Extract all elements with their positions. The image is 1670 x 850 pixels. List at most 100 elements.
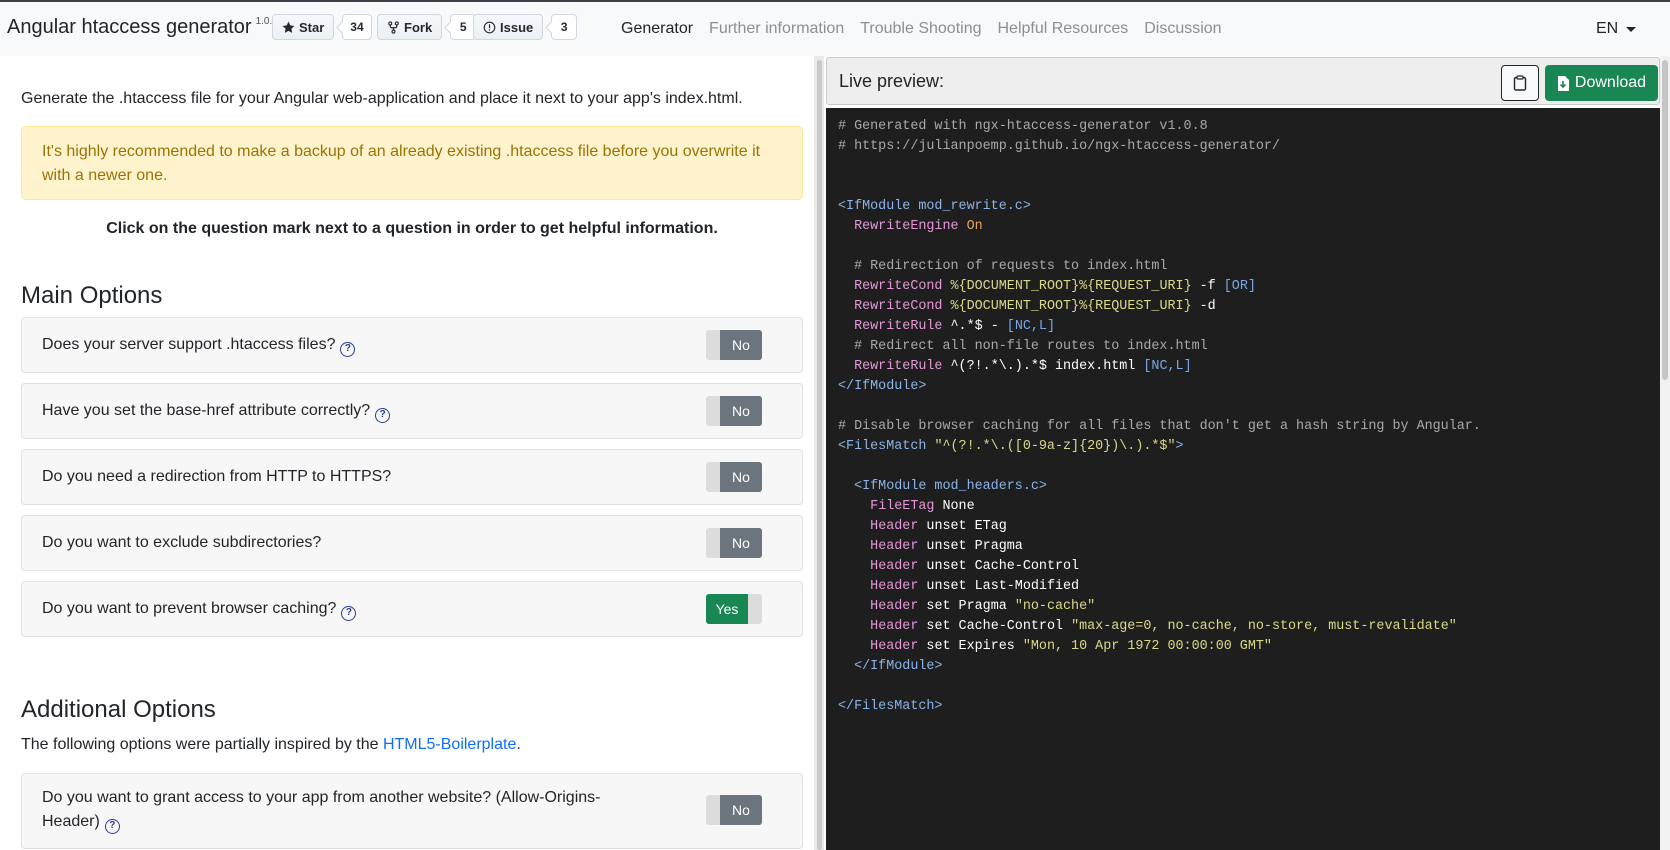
code-token: "max-age=0, no-cache, no-store, must-rev… xyxy=(1071,619,1457,634)
base-href-toggle[interactable]: No xyxy=(706,396,762,426)
htaccess-code-preview[interactable]: # Generated with ngx-htaccess-generator … xyxy=(826,108,1660,850)
code-token: unset ETag xyxy=(918,519,1007,534)
code-token: <IfModule mod_headers.c> xyxy=(838,479,1047,494)
language-label: EN xyxy=(1596,20,1619,37)
github-star-button[interactable]: Star xyxy=(272,14,335,40)
question-text: Do you want to prevent browser caching?? xyxy=(42,597,357,621)
page-scrollbar[interactable] xyxy=(1660,56,1670,850)
github-issue-count[interactable]: 3 xyxy=(551,14,578,40)
html5-boilerplate-link[interactable]: HTML5-Boilerplate xyxy=(383,736,516,753)
nav-link-helpful-resources[interactable]: Helpful Resources xyxy=(997,20,1128,38)
nav-link-generator[interactable]: Generator xyxy=(621,20,693,38)
code-token: <IfModule mod_rewrite.c> xyxy=(838,199,1031,214)
brand[interactable]: Angular htaccess generator 1.0.8 xyxy=(7,16,278,39)
code-line: Header set Cache-Control "max-age=0, no-… xyxy=(838,617,1648,637)
code-line: Header unset ETag xyxy=(838,517,1648,537)
file-download-icon xyxy=(1557,75,1569,91)
github-fork-button[interactable]: Fork xyxy=(377,14,443,40)
code-token: unset Cache-Control xyxy=(918,559,1080,574)
code-token: [NC,L] xyxy=(1143,359,1192,374)
code-line: # https://julianpoemp.github.io/ngx-htac… xyxy=(838,137,1648,157)
code-line: # Redirect all non-file routes to index.… xyxy=(838,337,1648,357)
question-text: Do you want to exclude subdirectories? xyxy=(42,534,322,551)
code-line: </IfModule> xyxy=(838,377,1648,397)
language-dropdown[interactable]: EN xyxy=(1596,20,1637,38)
github-issue-group: Issue 3 xyxy=(473,13,578,41)
code-token: # Redirect all non-file routes to index.… xyxy=(838,339,1208,354)
question-mark-icon[interactable]: ? xyxy=(341,605,357,621)
intro-text: Generate the .htaccess file for your Ang… xyxy=(21,90,743,107)
question-mark-icon[interactable]: ? xyxy=(340,341,356,357)
code-token: -d xyxy=(1191,299,1216,314)
code-token: unset Last-Modified xyxy=(918,579,1080,594)
https-redirect-toggle[interactable]: No xyxy=(706,462,762,492)
download-label: Download xyxy=(1574,74,1647,91)
code-line: </FilesMatch> xyxy=(838,697,1648,717)
clipboard-icon xyxy=(1513,75,1527,91)
code-token: # https://julianpoemp.github.io/ngx-htac… xyxy=(838,139,1280,154)
download-button[interactable]: Download xyxy=(1545,65,1658,101)
code-token: set Pragma xyxy=(918,599,1015,614)
code-token: </IfModule> xyxy=(838,659,943,674)
github-star-count[interactable]: 34 xyxy=(342,14,372,40)
toggle-label: Yes xyxy=(706,594,748,624)
code-token: FileETag xyxy=(870,499,935,514)
htaccess-support-toggle[interactable]: No xyxy=(706,330,762,360)
code-line: RewriteRule ^(?!.*\.).*$ index.html [NC,… xyxy=(838,357,1648,377)
github-fork-label: Fork xyxy=(404,19,433,35)
code-line: # Generated with ngx-htaccess-generator … xyxy=(838,117,1648,137)
nav-link-further-information[interactable]: Further information xyxy=(709,20,844,38)
code-token: Header xyxy=(870,619,919,634)
question-card: Have you set the base-href attribute cor… xyxy=(21,383,803,439)
code-token: > xyxy=(1175,439,1184,454)
nav-link-discussion[interactable]: Discussion xyxy=(1144,20,1221,38)
code-token: RewriteRule xyxy=(854,359,943,374)
preview-header: Live preview: Download xyxy=(826,57,1660,105)
exclude-subdirectories-toggle[interactable]: No xyxy=(706,528,762,558)
code-token: Header xyxy=(870,559,919,574)
star-icon xyxy=(282,21,295,33)
code-token: # Redirection of requests to index.html xyxy=(838,259,1168,274)
copy-to-clipboard-button[interactable] xyxy=(1501,65,1539,101)
question-mark-icon[interactable]: ? xyxy=(375,407,391,423)
question-text: Have you set the base-href attribute cor… xyxy=(42,399,391,423)
chevron-down-icon xyxy=(1626,26,1637,32)
panel-resize-handle[interactable] xyxy=(814,56,824,850)
code-line: # Redirection of requests to index.html xyxy=(838,257,1648,277)
code-token: unset Pragma xyxy=(918,539,1023,554)
code-token: RewriteCond xyxy=(854,299,943,314)
code-token: set Cache-Control xyxy=(918,619,1072,634)
code-token: None xyxy=(934,499,975,514)
code-line: <IfModule mod_headers.c> xyxy=(838,477,1648,497)
question-card: Do you want to prevent browser caching??… xyxy=(21,581,803,637)
code-token: </FilesMatch> xyxy=(838,699,943,714)
code-token: [NC,L] xyxy=(1006,319,1055,334)
code-token: %{DOCUMENT_ROOT}%{REQUEST_URI} xyxy=(950,299,1192,314)
prevent-caching-toggle[interactable]: Yes xyxy=(706,594,762,624)
code-token: Header xyxy=(870,599,919,614)
code-line: FileETag None xyxy=(838,497,1648,517)
code-token: On xyxy=(966,219,983,234)
question-mark-icon[interactable]: ? xyxy=(104,818,120,834)
options-panel[interactable]: Generate the .htaccess file for your Ang… xyxy=(0,56,814,850)
additional-options-description: The following options were partially ins… xyxy=(21,736,521,753)
nav-link-trouble-shooting[interactable]: Trouble Shooting xyxy=(860,20,981,38)
main-options-heading: Main Options xyxy=(21,282,163,309)
github-issue-button[interactable]: Issue xyxy=(473,14,544,40)
allow-origins-toggle[interactable]: No xyxy=(706,795,762,825)
code-token: "Mon, 10 Apr 1972 00:00:00 GMT" xyxy=(1022,639,1272,654)
question-card: Do you want to exclude subdirectories? N… xyxy=(21,515,803,571)
code-token: %{DOCUMENT_ROOT}%{REQUEST_URI} xyxy=(950,279,1192,294)
code-line: Header set Pragma "no-cache" xyxy=(838,597,1648,617)
toggle-label: No xyxy=(720,330,762,360)
